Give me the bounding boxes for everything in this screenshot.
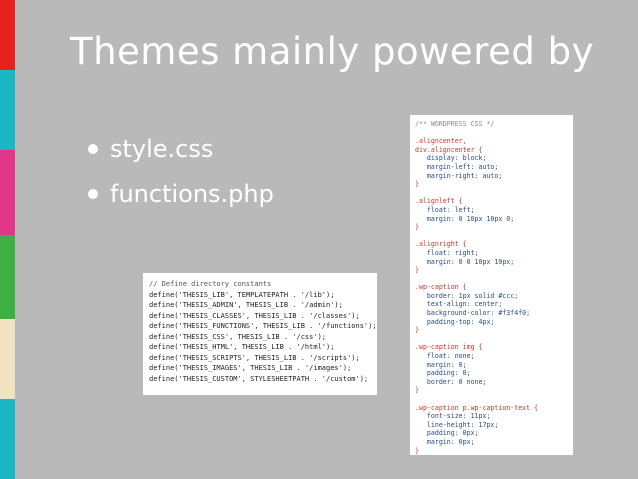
code-line: } [415,326,419,335]
code-line: define('THESIS_HTML', THESIS_LIB . '/htm… [149,343,335,351]
code-line: padding: 0px; [415,429,479,438]
code-line: } [415,266,419,275]
css-code-screenshot: /** WORDPRESS CSS */ .aligncenter, div.al… [410,115,573,455]
code-line: padding-top: 4px; [415,317,495,326]
code-line: margin: 0 0 10px 10px; [415,257,515,266]
bullet-item: style.css [88,135,274,163]
code-line: background-color: #f3f4f0; [415,309,531,318]
color-stripe [0,399,15,479]
slide-title: Themes mainly powered by [70,30,594,73]
code-line: margin: 0; [415,360,467,369]
code-line: define('THESIS_CSS', THESIS_LIB . '/css'… [149,332,327,341]
code-line: float: left; [415,205,475,214]
code-line: .wp-caption img { [415,343,483,352]
code-line: .alignright { [415,240,467,249]
code-line: /** WORDPRESS CSS */ [415,120,495,128]
code-line: font-size: 11px; [415,412,491,421]
code-line: define('THESIS_IMAGES', THESIS_LIB . '/i… [149,364,352,372]
bullet-list: style.css functions.php [88,135,274,225]
bullet-dot-icon [88,189,98,199]
code-line: margin: 0px; [415,437,475,446]
color-stripe [0,0,15,70]
code-line: define('THESIS_LIB', TEMPLATEPATH . '/li… [149,290,335,299]
code-line: margin-right: auto; [415,171,503,180]
code-line: .aligncenter, [415,137,467,146]
code-line: define('THESIS_CUSTOM', STYLESHEETPATH .… [149,374,369,383]
code-line: // Define directory constants [149,280,272,288]
code-line: text-align: center; [415,300,503,309]
code-line: } [415,386,419,395]
bullet-text: style.css [110,135,214,163]
code-line: .alignleft { [415,197,463,206]
php-code-screenshot: // Define directory constants define('THE… [143,273,377,395]
code-line: float: right; [415,248,479,257]
code-line: display: block; [415,154,487,163]
color-stripe-bar [0,0,15,479]
bullet-dot-icon [88,144,98,154]
color-stripe [0,150,15,235]
code-line: define('THESIS_ADMIN', THESIS_LIB . '/ad… [149,301,343,309]
code-line: } [415,223,419,232]
code-line: define('THESIS_SCRIPTS', THESIS_LIB . '/… [149,353,360,362]
code-line: border: 1px solid #ccc; [415,291,519,300]
color-stripe [0,319,15,399]
code-line: .wp-caption p.wp-caption-text { [415,403,539,412]
code-line: div.aligncenter { [415,145,483,154]
code-line: margin: 0 10px 10px 0; [415,214,515,223]
code-line: define('THESIS_FUNCTIONS', THESIS_LIB . … [149,322,377,330]
code-line: .wp-caption { [415,283,467,292]
code-line: define('THESIS_CLASSES', THESIS_LIB . '/… [149,311,360,320]
code-line: border: 0 none; [415,377,487,386]
code-line: } [415,180,419,189]
code-line: margin-left: auto; [415,162,499,171]
bullet-item: functions.php [88,180,274,208]
code-line: } [415,446,419,455]
bullet-text: functions.php [110,180,274,208]
code-line: line-height: 17px; [415,420,499,429]
code-line: padding: 0; [415,369,471,378]
color-stripe [0,70,15,150]
color-stripe [0,235,15,319]
code-line: float: none; [415,352,475,361]
